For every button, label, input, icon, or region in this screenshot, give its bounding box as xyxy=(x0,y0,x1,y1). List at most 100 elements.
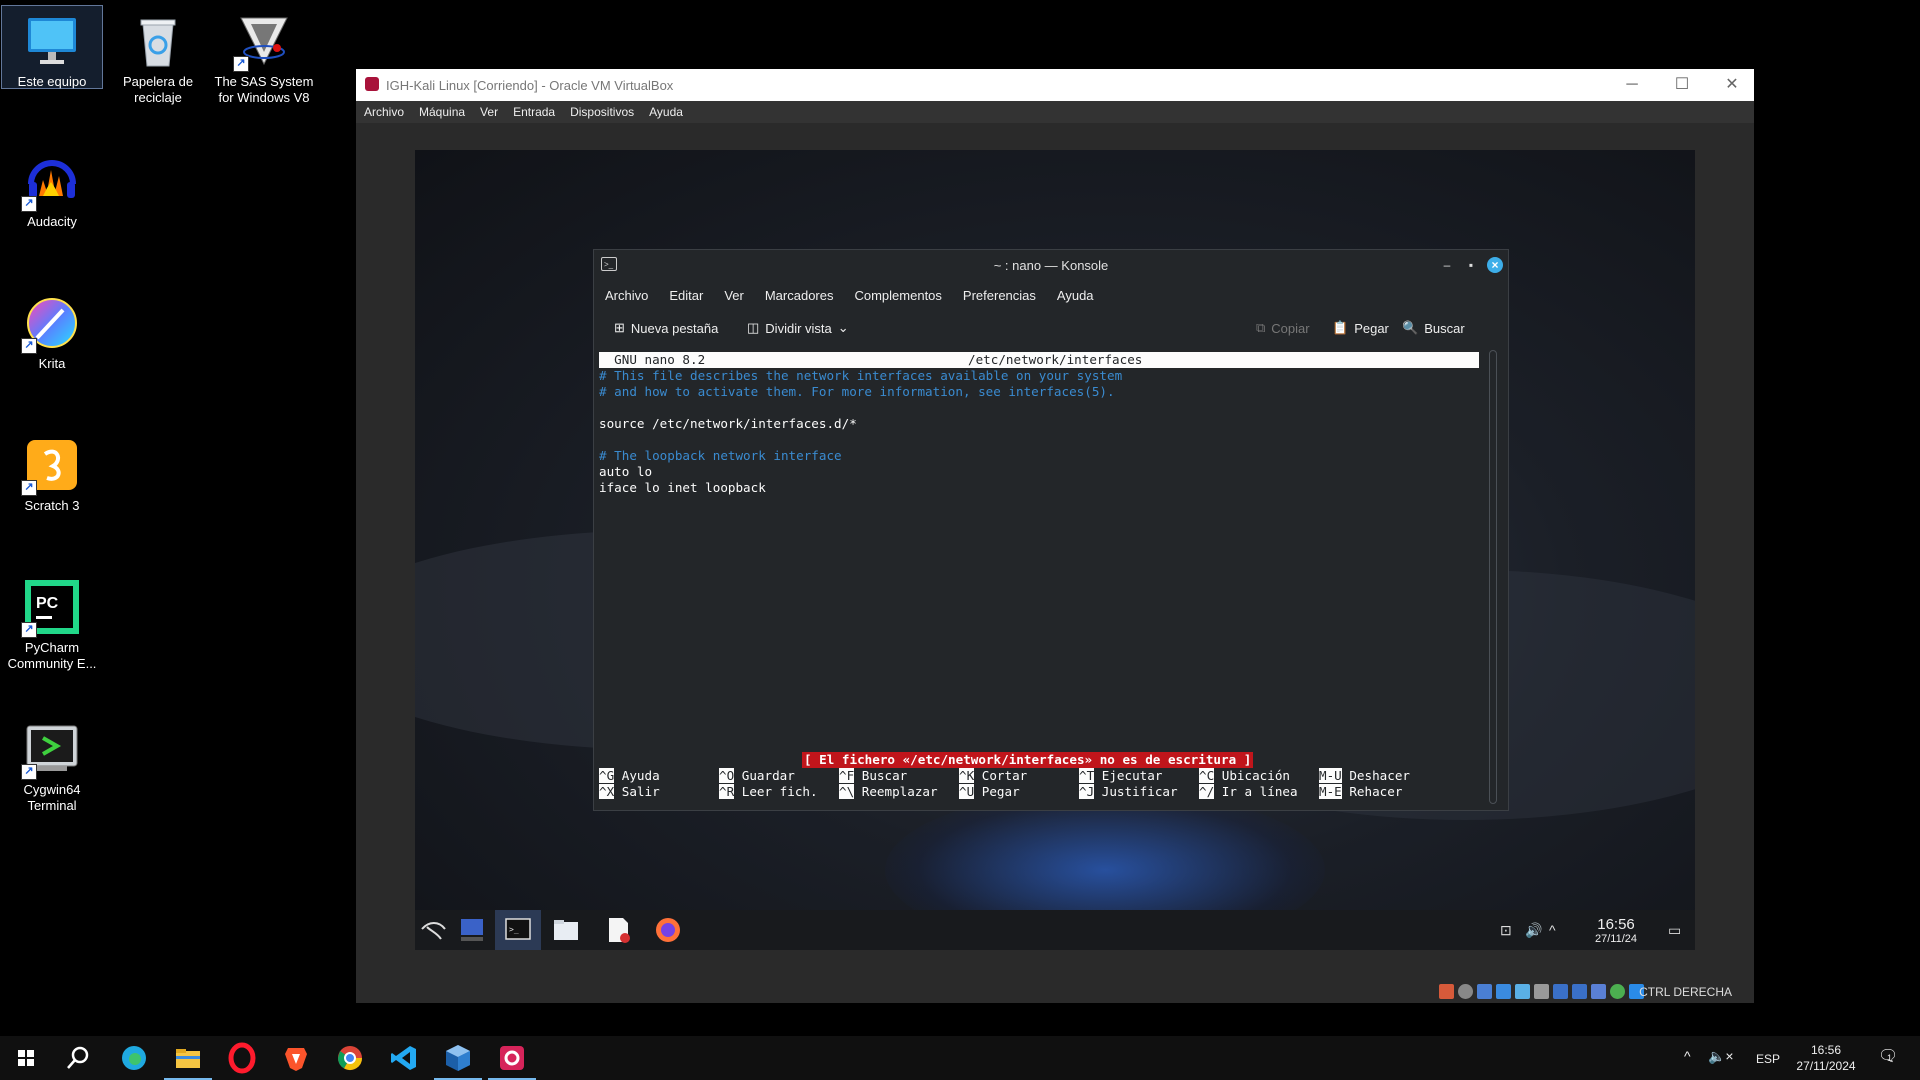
text-editor-icon[interactable] xyxy=(603,915,633,945)
shortcut-key: M-E xyxy=(1319,784,1342,799)
vbox-menu-dispositivos[interactable]: Dispositivos xyxy=(562,101,641,119)
konsole-menu-ver[interactable]: Ver xyxy=(713,280,754,303)
shortcut-label: Deshacer xyxy=(1349,768,1411,783)
close-icon[interactable]: × xyxy=(1487,257,1503,273)
desktop-icon-krita[interactable]: ↗ Krita xyxy=(2,288,102,372)
virtualbox-window[interactable]: IGH-Kali Linux [Corriendo] - Oracle VM V… xyxy=(356,69,1754,1003)
desktop-icon-recycle-bin[interactable]: Papelera de reciclaje xyxy=(108,6,208,106)
desktop-peek-icon[interactable]: ▭ xyxy=(1668,922,1681,939)
maximize-icon[interactable]: ▪ xyxy=(1463,257,1479,273)
terminal-area[interactable]: GNU nano 8.2/etc/network/interfaces # Th… xyxy=(599,352,1479,804)
shortcut-key: ^U xyxy=(959,784,975,799)
konsole-menu-marcadores[interactable]: Marcadores xyxy=(754,280,844,303)
konsole-menu-editar[interactable]: Editar xyxy=(658,280,713,303)
vbox-mouse-icon[interactable] xyxy=(1610,984,1625,999)
paste-button[interactable]: 📋 Pegar xyxy=(1332,320,1389,336)
language-indicator[interactable]: ESP xyxy=(1756,1052,1780,1066)
new-tab-label: Nueva pestaña xyxy=(630,320,719,336)
konsole-menu-ayuda[interactable]: Ayuda xyxy=(1046,280,1104,303)
chevron-up-icon[interactable]: ^ xyxy=(1549,922,1556,938)
chrome-icon[interactable] xyxy=(334,1042,366,1074)
konsole-window[interactable]: >_ ~ : nano — Konsole – ▪ × Archivo Edita… xyxy=(593,249,1509,811)
shortcut-pegar: ^U Pegar xyxy=(959,784,1020,800)
terminal-icon: >_ xyxy=(505,918,531,940)
desktop-icon-audacity[interactable]: ↗ Audacity xyxy=(2,146,102,230)
file-line: # This file describes the network interf… xyxy=(599,368,1123,383)
network-icon[interactable]: ⊡ xyxy=(1500,922,1512,939)
shortcut-label: Ayuda xyxy=(621,768,660,783)
shortcut-ubicacion: ^C Ubicación xyxy=(1199,768,1290,784)
vbox-titlebar[interactable]: IGH-Kali Linux [Corriendo] - Oracle VM V… xyxy=(356,69,1754,101)
brave-icon[interactable] xyxy=(280,1042,312,1074)
firefox-icon[interactable] xyxy=(653,915,683,945)
vbox-storage-icon[interactable] xyxy=(1439,984,1454,999)
windows-start-icon[interactable] xyxy=(10,1042,42,1074)
vbox-menu-archivo[interactable]: Archivo xyxy=(356,101,411,119)
copy-button[interactable]: ⧉ Copiar xyxy=(1256,320,1310,336)
desktop-icon-pycharm[interactable]: PC ↗ PyCharm Community E... xyxy=(2,572,102,672)
desktop-icon-cygwin[interactable]: ↗ Cygwin64 Terminal xyxy=(2,714,102,814)
konsole-toolbar: ⊞ Nueva pestaña ◫ Dividir vista ⌄ ⧉ Copi… xyxy=(594,312,1508,344)
close-icon[interactable]: ✕ xyxy=(1710,71,1754,99)
konsole-menu-archivo[interactable]: Archivo xyxy=(594,280,658,303)
volume-muted-icon[interactable]: 🔈× xyxy=(1708,1048,1734,1065)
vscode-icon[interactable] xyxy=(388,1042,420,1074)
shortcut-key: M-U xyxy=(1319,768,1342,783)
minimize-icon[interactable]: – xyxy=(1439,257,1455,273)
show-desktop-icon[interactable] xyxy=(457,915,487,945)
vbox-audio-icon[interactable] xyxy=(1477,984,1492,999)
shortcut-key: ^G xyxy=(599,768,615,783)
guest-screen[interactable]: >_ ~ : nano — Konsole – ▪ × Archivo Edita… xyxy=(415,150,1695,950)
vbox-display-icon[interactable] xyxy=(1553,984,1568,999)
konsole-menu-preferencias[interactable]: Preferencias xyxy=(952,280,1046,303)
edge-icon[interactable] xyxy=(118,1042,150,1074)
nano-status-message: [ El fichero «/etc/network/interfaces» n… xyxy=(802,752,1254,768)
shortcut-key: ^\ xyxy=(839,784,855,799)
vbox-shared-folders-icon[interactable] xyxy=(1534,984,1549,999)
chevron-up-icon[interactable]: ^ xyxy=(1684,1048,1691,1064)
taskbar-clock[interactable]: 16:56 27/11/2024 xyxy=(1791,1042,1861,1074)
opera-icon[interactable] xyxy=(226,1042,258,1074)
desktop-icon-label: Scratch 3 xyxy=(24,498,80,513)
kali-menu-icon[interactable] xyxy=(419,915,449,945)
kali-clock[interactable]: 16:56 27/11/24 xyxy=(1595,916,1637,945)
kali-date: 27/11/24 xyxy=(1595,933,1638,945)
vbox-menu-ayuda[interactable]: Ayuda xyxy=(641,101,690,119)
search-icon: 🔍 xyxy=(1402,320,1419,335)
split-view-label: Dividir vista xyxy=(765,320,832,336)
vm-window-taskbar-icon[interactable] xyxy=(488,1042,536,1080)
shortcut-justificar: ^J Justificar xyxy=(1079,784,1178,800)
desktop-icon-este-equipo[interactable]: Este equipo xyxy=(1,5,103,89)
new-tab-button[interactable]: ⊞ Nueva pestaña xyxy=(614,320,718,336)
konsole-titlebar[interactable]: >_ ~ : nano — Konsole – ▪ × xyxy=(594,250,1508,280)
vbox-recording-icon[interactable] xyxy=(1572,984,1587,999)
split-view-icon: ◫ xyxy=(747,320,760,335)
vbox-menu-ver[interactable]: Ver xyxy=(472,101,505,119)
file-manager-icon[interactable] xyxy=(551,915,581,945)
shortcut-buscar: ^F Buscar xyxy=(839,768,907,784)
shortcut-key: ^/ xyxy=(1199,784,1215,799)
vbox-optical-icon[interactable] xyxy=(1458,984,1473,999)
search-icon[interactable] xyxy=(62,1042,94,1074)
volume-icon[interactable]: 🔊 xyxy=(1525,922,1542,939)
konsole-menu-complementos[interactable]: Complementos xyxy=(843,280,951,303)
vbox-cpu-icon[interactable] xyxy=(1591,984,1606,999)
taskbar-konsole[interactable]: >_ xyxy=(495,910,541,950)
file-explorer-icon[interactable] xyxy=(164,1042,212,1080)
vbox-menu-maquina[interactable]: Máquina xyxy=(411,101,472,119)
desktop-icon-scratch[interactable]: ↗ Scratch 3 xyxy=(2,430,102,514)
terminal-scrollbar[interactable] xyxy=(1489,350,1497,804)
split-view-button[interactable]: ◫ Dividir vista ⌄ xyxy=(747,320,849,336)
vbox-menu-entrada[interactable]: Entrada xyxy=(505,101,562,119)
vbox-network-icon[interactable] xyxy=(1496,984,1511,999)
vbox-usb-icon[interactable] xyxy=(1515,984,1530,999)
desktop-icon-sas[interactable]: ↗ The SAS System for Windows V8 xyxy=(214,6,314,106)
minimize-icon[interactable]: ─ xyxy=(1610,71,1654,99)
file-line: # and how to activate them. For more inf… xyxy=(599,384,1115,399)
notification-center-icon[interactable]: 🗨 1 xyxy=(1878,1046,1900,1068)
maximize-icon[interactable]: ☐ xyxy=(1660,71,1704,99)
virtualbox-taskbar-icon[interactable] xyxy=(434,1042,482,1080)
search-button[interactable]: 🔍 Buscar xyxy=(1402,320,1465,336)
file-line: iface lo inet loopback xyxy=(599,480,766,495)
desktop-icon-label: PyCharm Community E... xyxy=(7,640,97,671)
